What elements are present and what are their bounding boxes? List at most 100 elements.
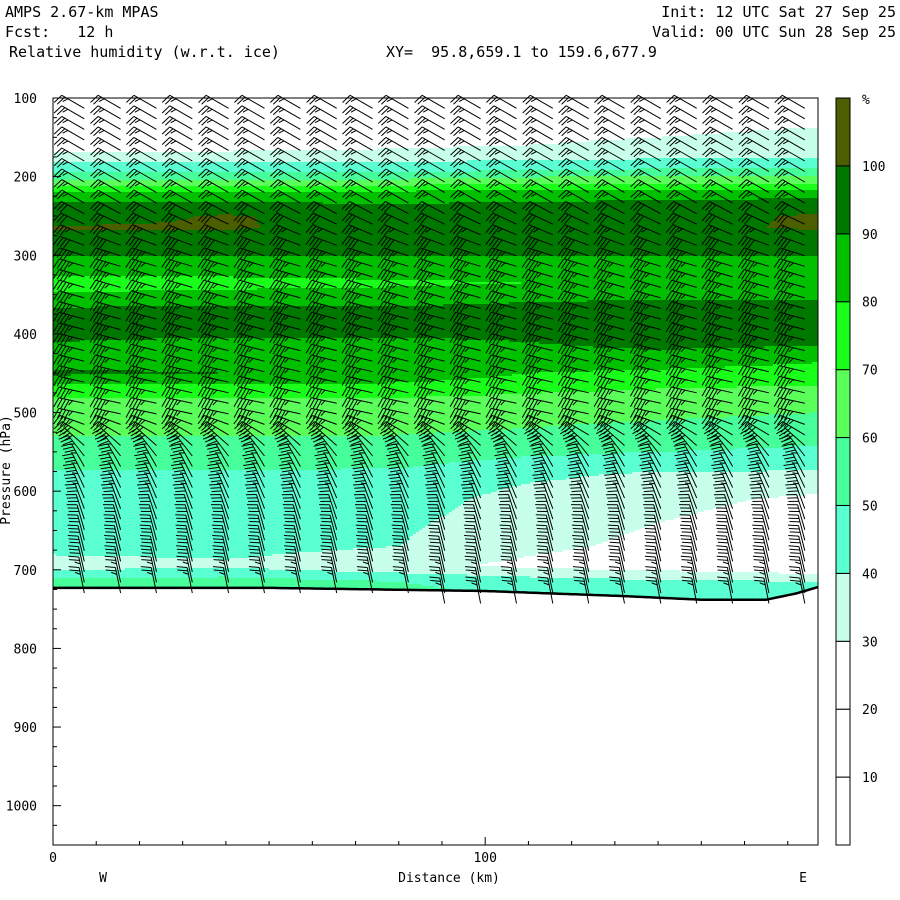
rh-cell xyxy=(53,256,818,258)
rh-cell xyxy=(53,446,788,448)
y-tick-label: 600 xyxy=(14,485,37,500)
wind-barb xyxy=(126,105,157,120)
cross-section-chart: 100 200 300 400 500 600 700 800 900 1000 0 100 Dist… xyxy=(0,92,885,886)
wind-barb xyxy=(90,126,121,141)
rh-cell xyxy=(728,416,818,418)
rh-cell xyxy=(53,516,440,518)
rh-cell xyxy=(692,134,818,136)
rh-cell xyxy=(125,568,269,570)
wind-barb xyxy=(198,115,229,130)
rh-cell xyxy=(53,320,818,322)
colorbar-box xyxy=(835,233,851,303)
wind-barb xyxy=(306,94,337,109)
wind-barb xyxy=(198,136,229,151)
colorbar-label: 40 xyxy=(862,567,878,582)
wind-barb xyxy=(377,126,409,141)
rh-cell xyxy=(53,494,482,496)
wind-barb xyxy=(450,105,481,120)
rh-cell xyxy=(521,456,818,458)
wind-barb xyxy=(90,115,121,130)
rh-cell xyxy=(53,414,767,416)
rh-cell xyxy=(680,450,818,452)
rh-cell xyxy=(53,540,407,542)
y-tick-label: 800 xyxy=(14,642,37,657)
rh-cell xyxy=(53,386,737,388)
rh-cell xyxy=(53,238,818,240)
rh-cell xyxy=(53,556,152,558)
rh-cell xyxy=(464,502,737,504)
rh-cell xyxy=(53,190,416,192)
wind-barb xyxy=(558,94,589,109)
colorbar-label: 50 xyxy=(862,499,878,514)
rh-cell xyxy=(662,136,818,138)
rh-cell xyxy=(512,486,818,488)
rh-cell xyxy=(53,244,818,246)
wind-barb xyxy=(522,94,554,109)
wind-barb xyxy=(342,136,373,151)
rh-cell xyxy=(152,338,455,340)
wind-barb xyxy=(53,136,85,151)
wind-barb xyxy=(269,115,301,130)
wind-barb xyxy=(414,115,445,130)
rh-cell xyxy=(434,432,818,434)
colorbar-label: 60 xyxy=(862,432,878,447)
wind-barb xyxy=(702,105,733,120)
wind-barb xyxy=(486,126,517,141)
wind-barb xyxy=(414,126,445,141)
rh-cell xyxy=(152,556,251,558)
wind-barb xyxy=(450,94,481,109)
rh-cell xyxy=(581,476,818,478)
rh-cell xyxy=(530,576,818,578)
rh-cell xyxy=(53,292,818,294)
rh-cell xyxy=(53,182,818,184)
wind-barb xyxy=(126,126,157,141)
colorbar-label: 80 xyxy=(862,296,878,311)
rh-cell xyxy=(53,156,818,158)
rh-cell xyxy=(407,540,608,542)
rh-cell xyxy=(53,162,818,164)
wind-barb xyxy=(198,126,229,141)
x-tick-label: 100 xyxy=(473,851,496,866)
wind-barb xyxy=(342,105,373,120)
rh-cell xyxy=(797,214,818,216)
colorbar-box xyxy=(835,369,851,439)
wind-barb xyxy=(126,115,157,130)
rh-cell xyxy=(443,304,818,306)
colorbar: 10 20 30 40 50 60 70 80 90 100% xyxy=(835,93,885,846)
rh-cell xyxy=(509,340,818,342)
rh-cell xyxy=(53,288,257,290)
colorbar-label: 90 xyxy=(862,228,878,243)
wind-barb xyxy=(53,105,85,120)
wind-barb xyxy=(269,126,301,141)
wind-barb xyxy=(486,115,517,130)
wind-barb xyxy=(666,115,697,130)
y-tick-label: 300 xyxy=(14,249,37,264)
wind-barb xyxy=(774,115,806,130)
wind-barb xyxy=(234,105,265,120)
rh-cell xyxy=(53,580,377,582)
rh-cell xyxy=(809,412,818,414)
rh-cell xyxy=(53,310,818,312)
rh-cell xyxy=(53,558,218,560)
wind-barb xyxy=(558,126,589,141)
wind-barb xyxy=(90,94,121,109)
rh-cell xyxy=(53,270,818,272)
rh-cell xyxy=(53,548,353,550)
wind-barb xyxy=(666,94,697,109)
rh-cell xyxy=(413,534,623,536)
wind-barb xyxy=(787,514,806,541)
rh-cell xyxy=(404,572,779,574)
rh-cell xyxy=(53,232,818,234)
wind-barb xyxy=(702,94,733,109)
rh-cell xyxy=(449,512,698,514)
colorbar-label: 70 xyxy=(862,364,878,379)
rh-cell xyxy=(53,222,155,224)
rh-cell xyxy=(53,406,818,408)
rh-cell xyxy=(188,218,257,220)
rh-cell xyxy=(53,512,449,514)
rh-cell xyxy=(53,226,260,228)
wind-barb xyxy=(738,105,770,120)
rh-cell xyxy=(53,216,194,218)
rh-cell xyxy=(260,226,767,228)
colorbar-unit: % xyxy=(862,93,870,108)
